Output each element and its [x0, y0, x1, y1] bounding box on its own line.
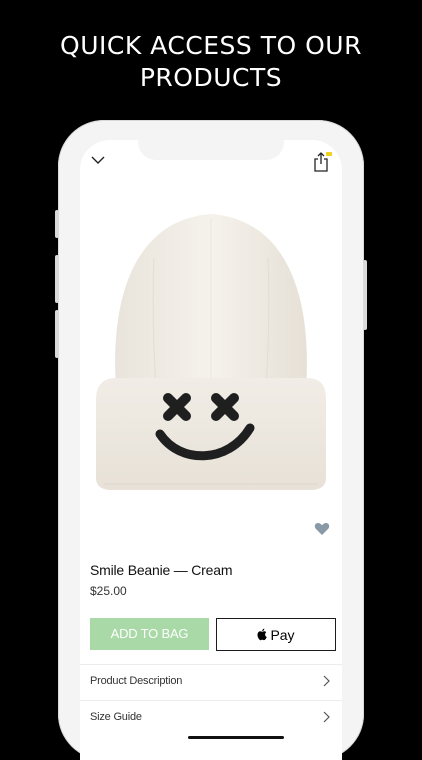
chevron-right-icon: [323, 711, 330, 723]
apple-icon: [257, 628, 268, 641]
phone-volume-up: [55, 255, 59, 303]
phone-volume-down: [55, 310, 59, 358]
share-badge: [326, 152, 332, 156]
detail-row-product-description[interactable]: Product Description: [80, 664, 342, 699]
phone-side-button: [55, 210, 59, 238]
promo-headline-line-2: PRODUCTS: [139, 63, 283, 92]
chevron-right-icon: [323, 675, 330, 687]
detail-row-size-guide[interactable]: Size Guide: [80, 700, 342, 735]
detail-row-label: Product Description: [90, 675, 183, 687]
phone-power-button: [363, 260, 367, 330]
add-to-bag-button[interactable]: ADD TO BAG: [90, 618, 209, 650]
chevron-down-icon[interactable]: [90, 154, 106, 166]
promo-headline-line-1: QUICK ACCESS TO OUR: [60, 31, 362, 60]
phone-frame: Smile Beanie — Cream $25.00 ADD TO BAG P…: [55, 120, 367, 760]
apple-pay-button[interactable]: Pay: [216, 618, 336, 651]
app-screen: Smile Beanie — Cream $25.00 ADD TO BAG P…: [80, 140, 342, 760]
promo-headline: QUICK ACCESS TO OUR PRODUCTS: [0, 30, 422, 94]
product-price: $25.00: [90, 584, 127, 598]
heart-icon[interactable]: [314, 522, 330, 536]
detail-row-label: Size Guide: [90, 711, 142, 723]
home-indicator[interactable]: [188, 736, 284, 739]
phone-notch: [138, 140, 284, 160]
apple-pay-label: Pay: [270, 626, 295, 643]
product-title: Smile Beanie — Cream: [90, 562, 233, 578]
beanie-image[interactable]: [94, 188, 328, 494]
